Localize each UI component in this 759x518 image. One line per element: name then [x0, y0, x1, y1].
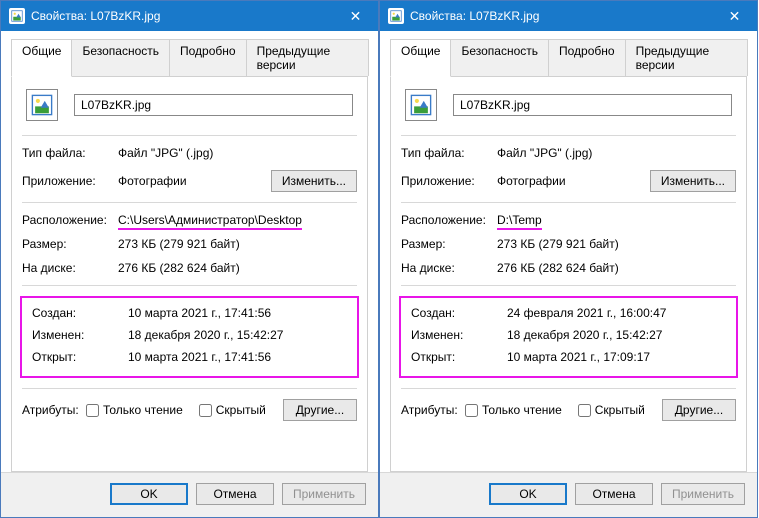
close-button[interactable]: ✕: [712, 1, 757, 31]
app-label: Приложение:: [22, 174, 118, 188]
attributes-label: Атрибуты:: [401, 403, 465, 417]
location-label: Расположение:: [401, 213, 497, 227]
tab-details[interactable]: Подробно: [169, 39, 247, 76]
properties-window: Свойства: L07BzKR.jpg ✕ Общие Безопаснос…: [379, 0, 758, 518]
size-label: Размер:: [401, 237, 497, 251]
separator: [22, 135, 357, 136]
separator: [401, 202, 736, 203]
tab-bar: Общие Безопасность Подробно Предыдущие в…: [390, 39, 747, 77]
hidden-checkbox[interactable]: Скрытый: [578, 403, 645, 417]
created-value: 24 февраля 2021 г., 16:00:47: [507, 306, 726, 320]
size-value: 273 КБ (279 921 байт): [497, 237, 736, 251]
file-icon: [26, 89, 58, 121]
modified-label: Изменен:: [411, 328, 507, 342]
tab-general[interactable]: Общие: [11, 39, 72, 77]
modified-label: Изменен:: [32, 328, 128, 342]
location-value: D:\Temp: [497, 213, 736, 227]
dates-highlight: Создан: 10 марта 2021 г., 17:41:56 Измен…: [20, 296, 359, 378]
dialog-footer: OK Отмена Применить: [380, 472, 757, 517]
accessed-value: 10 марта 2021 г., 17:41:56: [128, 350, 347, 364]
location-label: Расположение:: [22, 213, 118, 227]
separator: [22, 202, 357, 203]
dialog-footer: OK Отмена Применить: [1, 472, 378, 517]
tab-panel: Тип файла: Файл "JPG" (.jpg) Приложение:…: [390, 77, 747, 472]
modified-value: 18 декабря 2020 г., 15:42:27: [128, 328, 347, 342]
tab-security[interactable]: Безопасность: [71, 39, 170, 76]
window-title: Свойства: L07BzKR.jpg: [31, 9, 333, 23]
app-label: Приложение:: [401, 174, 497, 188]
titlebar[interactable]: Свойства: L07BzKR.jpg ✕: [380, 1, 757, 31]
filetype-value: Файл "JPG" (.jpg): [118, 146, 357, 160]
readonly-checkbox[interactable]: Только чтение: [86, 403, 183, 417]
separator: [22, 285, 357, 286]
readonly-checkbox[interactable]: Только чтение: [465, 403, 562, 417]
other-attributes-button[interactable]: Другие...: [662, 399, 736, 421]
size-label: Размер:: [22, 237, 118, 251]
close-button[interactable]: ✕: [333, 1, 378, 31]
filetype-label: Тип файла:: [401, 146, 497, 160]
accessed-label: Открыт:: [411, 350, 507, 364]
separator: [401, 285, 736, 286]
ok-button[interactable]: OK: [110, 483, 188, 505]
other-attributes-button[interactable]: Другие...: [283, 399, 357, 421]
app-value: Фотографии: [118, 174, 271, 188]
separator: [22, 388, 357, 389]
cancel-button[interactable]: Отмена: [196, 483, 274, 505]
tab-panel: Тип файла: Файл "JPG" (.jpg) Приложение:…: [11, 77, 368, 472]
tab-general[interactable]: Общие: [390, 39, 451, 77]
content: Общие Безопасность Подробно Предыдущие в…: [1, 31, 378, 472]
filetype-value: Файл "JPG" (.jpg): [497, 146, 736, 160]
titlebar[interactable]: Свойства: L07BzKR.jpg ✕: [1, 1, 378, 31]
location-value: C:\Users\Администратор\Desktop: [118, 213, 357, 227]
cancel-button[interactable]: Отмена: [575, 483, 653, 505]
window-title: Свойства: L07BzKR.jpg: [410, 9, 712, 23]
filename-input[interactable]: [74, 94, 353, 116]
window-icon: [388, 8, 404, 24]
properties-window: Свойства: L07BzKR.jpg ✕ Общие Безопаснос…: [0, 0, 379, 518]
modified-value: 18 декабря 2020 г., 15:42:27: [507, 328, 726, 342]
created-label: Создан:: [32, 306, 128, 320]
app-value: Фотографии: [497, 174, 650, 188]
tab-bar: Общие Безопасность Подробно Предыдущие в…: [11, 39, 368, 77]
apply-button[interactable]: Применить: [661, 483, 745, 505]
accessed-label: Открыт:: [32, 350, 128, 364]
filename-input[interactable]: [453, 94, 732, 116]
attributes-label: Атрибуты:: [22, 403, 86, 417]
size-value: 273 КБ (279 921 байт): [118, 237, 357, 251]
separator: [401, 135, 736, 136]
tab-previous[interactable]: Предыдущие версии: [246, 39, 369, 76]
ok-button[interactable]: OK: [489, 483, 567, 505]
filetype-label: Тип файла:: [22, 146, 118, 160]
disksize-value: 276 КБ (282 624 байт): [118, 261, 357, 275]
window-icon: [9, 8, 25, 24]
change-app-button[interactable]: Изменить...: [271, 170, 357, 192]
tab-details[interactable]: Подробно: [548, 39, 626, 76]
disksize-label: На диске:: [401, 261, 497, 275]
change-app-button[interactable]: Изменить...: [650, 170, 736, 192]
created-value: 10 марта 2021 г., 17:41:56: [128, 306, 347, 320]
apply-button[interactable]: Применить: [282, 483, 366, 505]
disksize-value: 276 КБ (282 624 байт): [497, 261, 736, 275]
content: Общие Безопасность Подробно Предыдущие в…: [380, 31, 757, 472]
tab-security[interactable]: Безопасность: [450, 39, 549, 76]
disksize-label: На диске:: [22, 261, 118, 275]
tab-previous[interactable]: Предыдущие версии: [625, 39, 748, 76]
accessed-value: 10 марта 2021 г., 17:09:17: [507, 350, 726, 364]
file-icon: [405, 89, 437, 121]
created-label: Создан:: [411, 306, 507, 320]
dates-highlight: Создан: 24 февраля 2021 г., 16:00:47 Изм…: [399, 296, 738, 378]
hidden-checkbox[interactable]: Скрытый: [199, 403, 266, 417]
separator: [401, 388, 736, 389]
